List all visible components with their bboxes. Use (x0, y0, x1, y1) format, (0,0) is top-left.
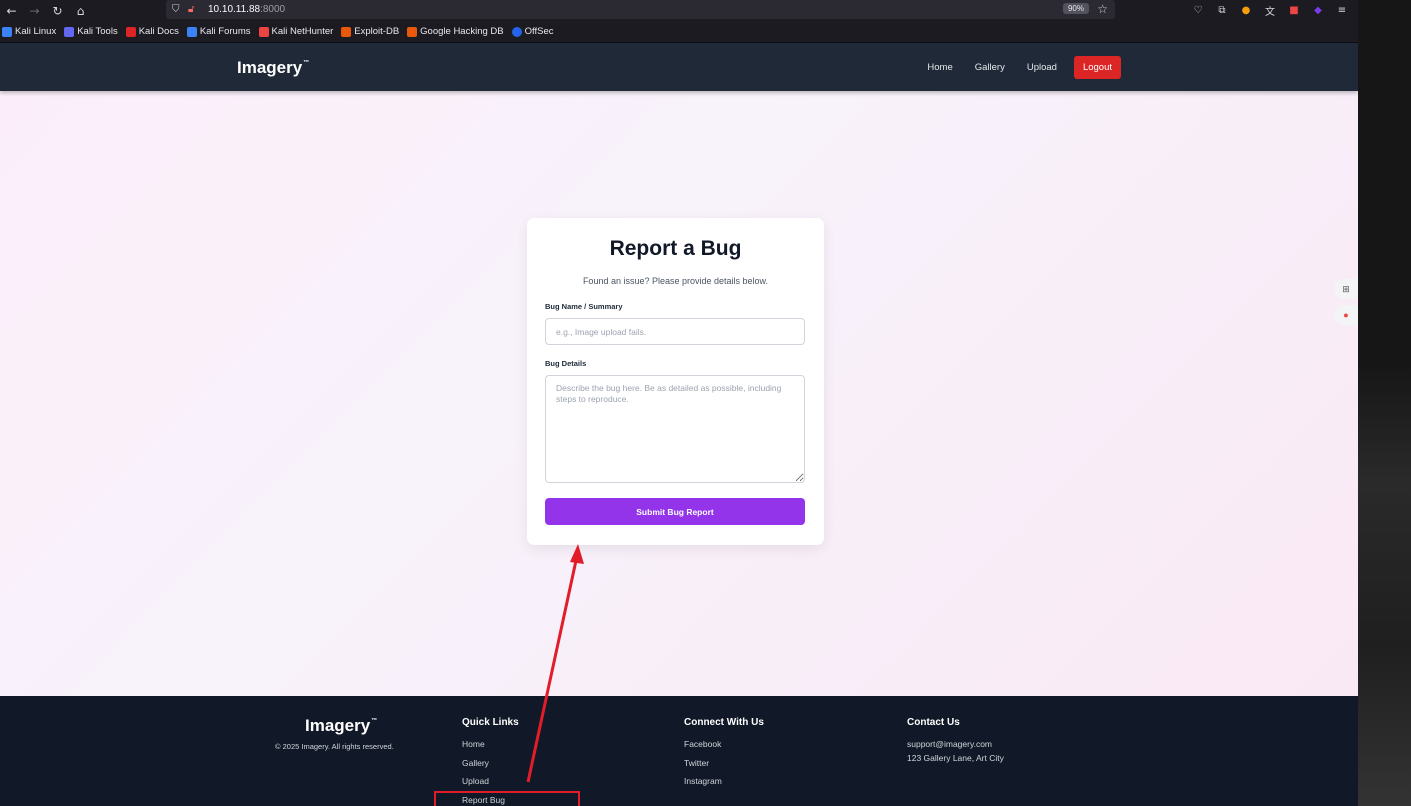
bookmark-kali-forums[interactable]: Kali Forums (186, 26, 251, 37)
addon-purple-icon[interactable]: ◆ (1310, 3, 1326, 19)
side-widget-apps-icon[interactable]: ⊞ (1334, 279, 1358, 299)
menu-icon[interactable]: ≡ (1334, 3, 1350, 19)
bookmark-exploit-db[interactable]: Exploit-DB (341, 26, 399, 37)
bookmark-kali-docs[interactable]: Kali Docs (125, 26, 179, 37)
submit-bug-report-button[interactable]: Submit Bug Report (545, 498, 805, 525)
bookmark-star-icon[interactable]: ☆ (1097, 2, 1108, 16)
home-icon[interactable]: ⌂ (69, 0, 92, 21)
zoom-badge[interactable]: 90% (1062, 3, 1089, 14)
offsec-icon (511, 26, 522, 37)
contact-title: Contact Us (907, 717, 960, 728)
bug-name-input[interactable] (545, 318, 805, 345)
side-widget-translate-icon[interactable]: ● (1334, 305, 1358, 325)
reload-icon[interactable]: ↻ (46, 0, 69, 21)
url-host: 10.10.11.88 (208, 4, 261, 15)
bug-report-card: Report a Bug Found an issue? Please prov… (527, 218, 824, 545)
page-subtitle: Found an issue? Please provide details b… (582, 276, 769, 286)
nav-gallery[interactable]: Gallery (964, 56, 1016, 79)
kali-icon (2, 26, 12, 37)
contact-us: Contact Us support@imagery.com 123 Galle… (907, 717, 1004, 766)
kali-docs-icon (125, 26, 136, 37)
bookmarks-bar: Kali Linux Kali Tools Kali Docs Kali For… (0, 21, 1358, 43)
url-port: :8000 (260, 4, 286, 15)
back-icon[interactable]: ← (0, 0, 23, 21)
nav-home[interactable]: Home (916, 56, 963, 79)
page-title: Report a Bug (609, 237, 742, 260)
desktop-background (1358, 0, 1411, 806)
contact-address: 123 Gallery Lane, Art City (907, 752, 1004, 763)
translate-icon[interactable]: 文 (1262, 3, 1278, 19)
bookmark-offsec[interactable]: OffSec (511, 26, 553, 37)
exploit-db-icon (341, 26, 352, 37)
connect-title: Connect With Us (684, 717, 764, 728)
footer-link-upload[interactable]: Upload (462, 776, 519, 795)
footer-link-instagram[interactable]: Instagram (684, 776, 764, 795)
web-page: Imagery™ Home Gallery Upload Logout Repo… (0, 43, 1358, 806)
shield-icon: ⛉ (172, 4, 180, 15)
ghdb-icon (407, 26, 418, 37)
logout-button[interactable]: Logout (1073, 56, 1121, 79)
connect-with-us: Connect With Us Facebook Twitter Instagr… (684, 717, 764, 795)
bug-details-label: Bug Details (545, 359, 587, 368)
footer-logo: Imagery™ (305, 716, 378, 735)
site-header: Imagery™ Home Gallery Upload Logout (0, 43, 1358, 91)
url-bar[interactable]: ⛉ 🔓︎ 10.10.11.88:8000 90% ☆ (166, 0, 1115, 19)
forward-icon[interactable]: → (23, 0, 46, 21)
bookmark-kali-linux[interactable]: Kali Linux (2, 26, 56, 37)
bug-details-textarea[interactable] (545, 375, 805, 483)
footer-link-gallery[interactable]: Gallery (462, 758, 519, 777)
extensions-icon[interactable]: ⧉ (1214, 3, 1230, 19)
bug-name-label: Bug Name / Summary (545, 302, 623, 311)
kali-tools-icon (64, 26, 75, 37)
quick-links-title: Quick Links (462, 717, 519, 728)
nethunter-icon (258, 26, 269, 37)
copyright: © 2025 Imagery. All rights reserved. (275, 742, 394, 751)
footer-link-home[interactable]: Home (462, 739, 519, 758)
quick-links: Quick Links Home Gallery Upload Report B… (462, 717, 519, 806)
contact-email[interactable]: support@imagery.com (907, 739, 1004, 753)
kali-forums-icon (186, 26, 197, 37)
trademark: ™ (303, 60, 310, 66)
site-logo[interactable]: Imagery™ (237, 58, 309, 78)
site-footer: Imagery™ © 2025 Imagery. All rights rese… (0, 696, 1358, 806)
bookmark-kali-tools[interactable]: Kali Tools (64, 26, 118, 37)
nav-upload[interactable]: Upload (1016, 56, 1068, 79)
browser-toolbar: ← → ↻ ⌂ ⛉ 🔓︎ 10.10.11.88:8000 90% ☆ ♡ ⧉ … (0, 0, 1358, 21)
pocket-icon[interactable]: ♡ (1190, 3, 1206, 19)
insecure-lock-icon[interactable]: 🔓︎ (188, 4, 204, 15)
footer-link-facebook[interactable]: Facebook (684, 739, 764, 758)
trademark: ™ (371, 718, 378, 724)
addon-red-icon[interactable]: ■ (1286, 3, 1302, 19)
bookmark-google-hacking-db[interactable]: Google Hacking DB (407, 26, 504, 37)
main-nav: Home Gallery Upload Logout (916, 56, 1121, 79)
addon-fox-icon[interactable]: ● (1238, 3, 1254, 19)
footer-link-report-bug[interactable]: Report Bug (462, 795, 519, 806)
footer-link-twitter[interactable]: Twitter (684, 758, 764, 777)
bookmark-kali-nethunter[interactable]: Kali NetHunter (258, 26, 333, 37)
